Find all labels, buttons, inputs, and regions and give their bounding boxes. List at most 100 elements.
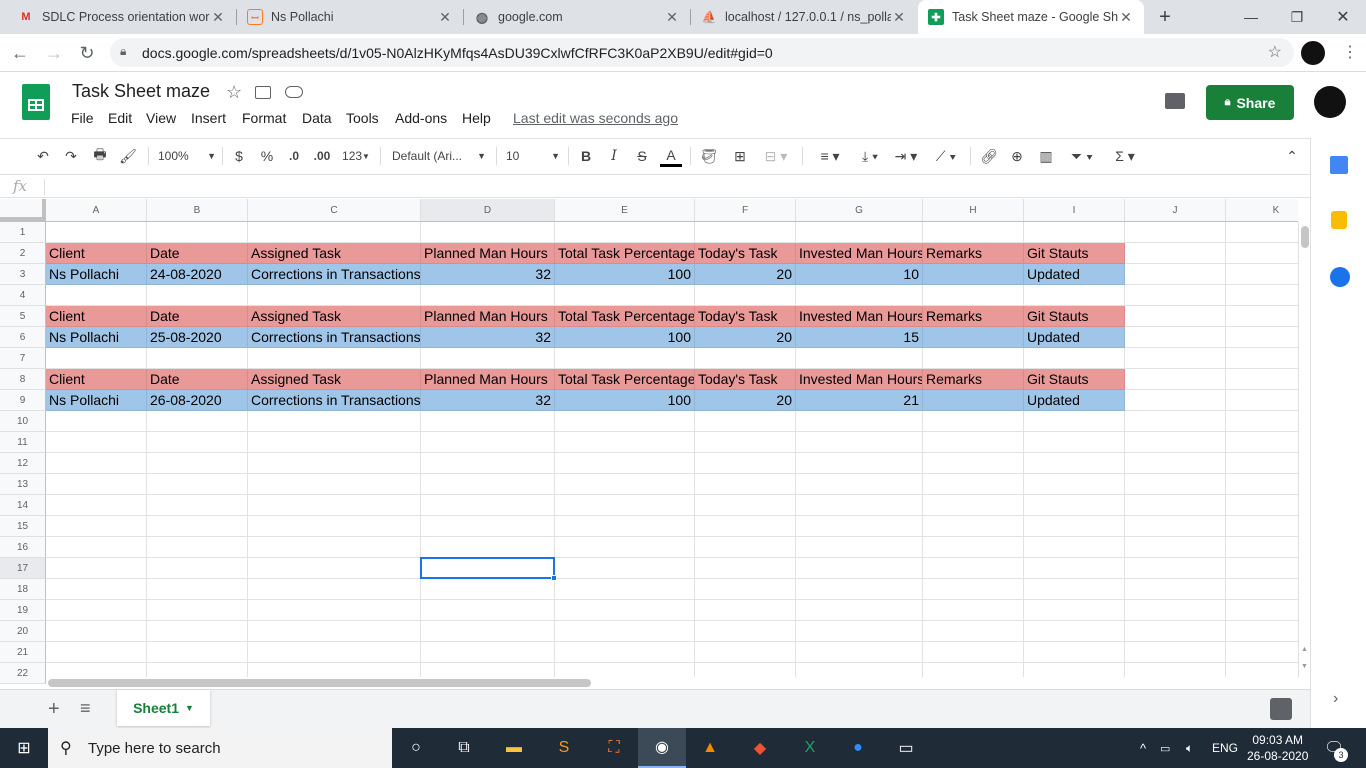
chrome-icon[interactable]: ◉ (638, 728, 686, 768)
header-cell[interactable]: Remarks (923, 369, 1024, 390)
insert-chart-icon[interactable]: ▥ (1035, 145, 1057, 167)
header-cell[interactable]: Remarks (923, 306, 1024, 327)
last-edit-link[interactable]: Last edit was seconds ago (513, 110, 678, 126)
xampp-taskbar-icon[interactable]: ⛶ (590, 728, 638, 768)
data-cell-today[interactable]: 20 (695, 390, 796, 411)
git-icon[interactable]: ◆ (736, 728, 784, 768)
column-header-b[interactable]: B (147, 199, 248, 221)
maximize-icon[interactable]: ❐ (1274, 0, 1320, 34)
column-header-f[interactable]: F (695, 199, 796, 221)
header-cell[interactable]: Invested Man Hours (796, 306, 923, 327)
browser-tab[interactable]: ꟷ Ns Pollachi ✕ (237, 0, 463, 34)
header-cell[interactable]: Client (46, 243, 147, 264)
menu-format[interactable]: Format (242, 110, 286, 126)
file-explorer-icon[interactable]: ▬ (490, 728, 538, 768)
header-cell[interactable]: Assigned Task (248, 306, 421, 327)
header-cell[interactable]: Date (147, 369, 248, 390)
fill-handle[interactable] (551, 575, 557, 581)
header-cell[interactable]: Git Stauts (1024, 306, 1125, 327)
battery-icon[interactable]: ▭ (1160, 728, 1170, 768)
row-header-17[interactable]: 17 (0, 558, 46, 579)
cell-grid[interactable]: Client Date Assigned Task Planned Man Hours… (46, 222, 1298, 677)
row-header-5[interactable]: 5 (0, 306, 46, 327)
excel-icon[interactable]: X (786, 728, 834, 768)
new-tab-button[interactable]: + (1150, 0, 1180, 34)
row-header-12[interactable]: 12 (0, 453, 46, 474)
percent-format-button[interactable]: % (258, 145, 276, 167)
account-avatar[interactable] (1314, 86, 1346, 118)
keep-icon[interactable] (1331, 211, 1347, 229)
data-cell-percentage[interactable]: 100 (555, 327, 695, 348)
row-header-21[interactable]: 21 (0, 642, 46, 663)
scroll-up-arrow[interactable]: ▲ (1301, 646, 1308, 653)
column-header-i[interactable]: I (1024, 199, 1125, 221)
header-cell[interactable]: Assigned Task (248, 243, 421, 264)
header-cell[interactable]: Planned Man Hours (421, 243, 555, 264)
sheet-tab-sheet1[interactable]: Sheet1 ▼ (117, 690, 210, 726)
collapse-toolbar-icon[interactable]: ⌃ (1282, 145, 1302, 167)
header-cell[interactable]: Date (147, 243, 248, 264)
paint-format-icon[interactable]: 🖌︎ (118, 145, 138, 167)
cortana-icon[interactable]: ○ (392, 728, 440, 768)
browser-tab[interactable]: ◍ google.com ✕ (464, 0, 690, 34)
font-select[interactable]: Default (Ari... ▼ (392, 145, 486, 167)
row-header-16[interactable]: 16 (0, 537, 46, 558)
column-header-c[interactable]: C (248, 199, 421, 221)
menu-file[interactable]: File (71, 110, 94, 126)
header-cell[interactable]: Remarks (923, 243, 1024, 264)
close-tab-icon[interactable]: ✕ (1118, 9, 1134, 26)
header-cell[interactable]: Today's Task (695, 243, 796, 264)
menu-data[interactable]: Data (302, 110, 332, 126)
reload-icon[interactable]: ↻ (75, 41, 99, 65)
row-header-9[interactable]: 9 (0, 390, 46, 411)
row-header-10[interactable]: 10 (0, 411, 46, 432)
menu-view[interactable]: View (146, 110, 176, 126)
sublime-text-icon[interactable]: S (540, 728, 588, 768)
filter-icon[interactable]: ⏷ ▾ (1064, 145, 1100, 167)
bookmark-star-icon[interactable]: ☆ (1268, 42, 1282, 62)
header-cell[interactable]: Client (46, 369, 147, 390)
browser-tab-active[interactable]: ✚ Task Sheet maze - Google She ✕ (918, 0, 1144, 34)
row-header-4[interactable]: 4 (0, 285, 46, 306)
merge-cells-icon[interactable]: ⊟ ▾ (758, 145, 794, 167)
undo-icon[interactable]: ↶ (33, 145, 53, 167)
menu-tools[interactable]: Tools (346, 110, 379, 126)
column-header-d[interactable]: D (421, 199, 555, 221)
column-header-a[interactable]: A (46, 199, 147, 221)
row-header-13[interactable]: 13 (0, 474, 46, 495)
browser-tab[interactable]: ⛵ localhost / 127.0.0.1 / ns_pollac ✕ (691, 0, 917, 34)
fill-color-icon[interactable]: 🪣︎ (698, 145, 720, 167)
close-tab-icon[interactable]: ✕ (437, 9, 453, 26)
expand-panel-icon[interactable]: › (1333, 690, 1338, 708)
header-cell[interactable]: Invested Man Hours (796, 369, 923, 390)
tray-chevron-icon[interactable]: ^ (1140, 728, 1146, 768)
data-cell-date[interactable]: 25-08-2020 (147, 327, 248, 348)
data-cell-task[interactable]: Corrections in Transactions (248, 327, 421, 348)
horizontal-align-icon[interactable]: ≡ ▾ (814, 145, 846, 167)
print-icon[interactable]: 🖶︎ (90, 145, 110, 167)
text-rotation-icon[interactable]: ⟋ ▾ (930, 145, 962, 167)
sheets-logo[interactable] (22, 84, 50, 120)
select-all-corner[interactable] (0, 199, 46, 221)
volume-icon[interactable]: 🔈︎ (1186, 728, 1193, 768)
row-header-11[interactable]: 11 (0, 432, 46, 453)
functions-icon[interactable]: Σ ▾ (1108, 145, 1142, 167)
data-cell-task[interactable]: Corrections in Transactions (248, 264, 421, 285)
close-tab-icon[interactable]: ✕ (210, 9, 226, 26)
data-cell-today[interactable]: 20 (695, 264, 796, 285)
close-window-icon[interactable]: ✕ (1320, 0, 1366, 34)
data-cell-planned[interactable]: 32 (421, 390, 555, 411)
column-header-h[interactable]: H (923, 199, 1024, 221)
row-header-20[interactable]: 20 (0, 621, 46, 642)
clock[interactable]: 09:03 AM 26-08-2020 (1247, 728, 1308, 768)
document-title[interactable]: Task Sheet maze (72, 81, 210, 102)
back-icon[interactable]: ← (8, 41, 32, 65)
add-sheet-icon[interactable]: + (48, 698, 60, 721)
insert-comment-icon[interactable]: ⊕ (1006, 145, 1028, 167)
data-cell-date[interactable]: 24-08-2020 (147, 264, 248, 285)
windows-start-icon[interactable]: ⊞ (0, 728, 48, 768)
insert-link-icon[interactable]: 🔗︎ (978, 145, 1000, 167)
scroll-down-arrow[interactable]: ▼ (1301, 663, 1308, 670)
row-header-6[interactable]: 6 (0, 327, 46, 348)
data-cell-percentage[interactable]: 100 (555, 390, 695, 411)
